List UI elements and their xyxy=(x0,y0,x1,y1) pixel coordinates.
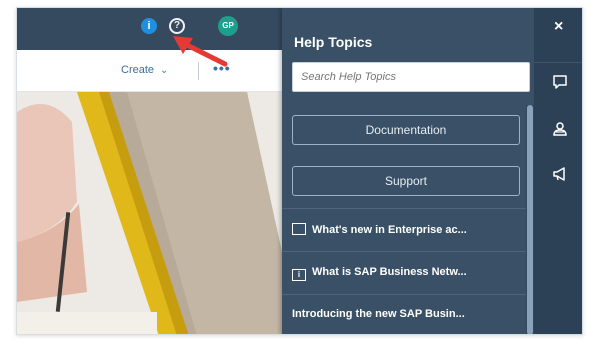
hero-image xyxy=(17,92,282,334)
support-button[interactable]: Support xyxy=(292,166,520,196)
create-button[interactable]: Create ⌄ xyxy=(121,64,168,76)
help-side-rail: × xyxy=(534,8,582,334)
people-icon[interactable] xyxy=(552,121,568,137)
help-link-label: What's new in Enterprise ac... xyxy=(312,224,467,236)
help-panel-title: Help Topics xyxy=(294,34,373,50)
megaphone-icon[interactable] xyxy=(552,166,568,182)
create-button-label: Create xyxy=(121,64,155,76)
arrow-annotation-icon xyxy=(173,36,228,67)
documentation-button[interactable]: Documentation xyxy=(292,115,520,145)
help-divider xyxy=(282,251,526,252)
help-scrollbar[interactable] xyxy=(527,105,533,334)
app-window: i ? GP Create ⌄ ••• Help Topics Search H… xyxy=(16,7,583,335)
page-toolbar: Create ⌄ ••• xyxy=(17,50,282,92)
help-link-label: Introducing the new SAP Busin... xyxy=(292,308,465,320)
chat-icon[interactable] xyxy=(552,74,568,90)
info-icon[interactable]: i xyxy=(141,18,157,34)
help-link-label: What is SAP Business Netw... xyxy=(312,266,467,278)
help-link-what-is-sap[interactable]: i What is SAP Business Netw... xyxy=(292,266,524,281)
close-icon[interactable]: × xyxy=(554,18,563,36)
help-link-introducing[interactable]: Introducing the new SAP Busin... xyxy=(292,308,524,320)
help-divider xyxy=(282,208,526,209)
help-divider xyxy=(282,294,526,295)
rail-divider xyxy=(534,62,582,63)
info-box-icon: i xyxy=(292,269,306,281)
help-link-whats-new[interactable]: What's new in Enterprise ac... xyxy=(292,223,524,236)
help-topics-panel: Help Topics Documentation Support What's… xyxy=(282,8,534,334)
window-icon xyxy=(292,223,306,235)
help-search-input[interactable] xyxy=(292,62,530,92)
hero-illustration xyxy=(17,92,282,334)
